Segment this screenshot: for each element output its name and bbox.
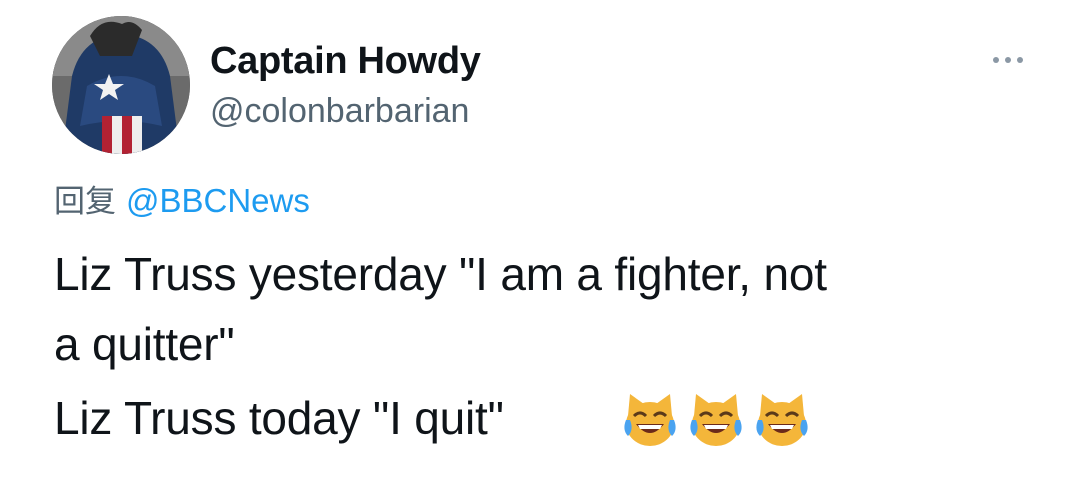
reply-context: 回复 @BBCNews (54, 176, 310, 221)
cat-tears-of-joy-icon (690, 394, 742, 446)
display-name[interactable]: Captain Howdy (210, 40, 481, 83)
cat-tears-of-joy-icon (624, 394, 676, 446)
user-handle[interactable]: @colonbarbarian (210, 92, 469, 131)
cat-tears-of-joy-icon (756, 394, 808, 446)
more-options-icon[interactable] (980, 48, 1036, 72)
tweet-text-line-2: a quitter" (54, 318, 235, 370)
tweet-card: Captain Howdy @colonbarbarian 回复 @BBCNews… (0, 0, 1080, 480)
reply-mention-link[interactable]: @BBCNews (126, 182, 310, 219)
reply-label: 回复 (54, 184, 116, 220)
tweet-text-line-1: Liz Truss yesterday "I am a fighter, not (54, 248, 827, 300)
tweet-text-line-3: Liz Truss today "I quit" (54, 392, 504, 444)
avatar[interactable] (52, 16, 190, 154)
emoji-group (620, 390, 812, 450)
